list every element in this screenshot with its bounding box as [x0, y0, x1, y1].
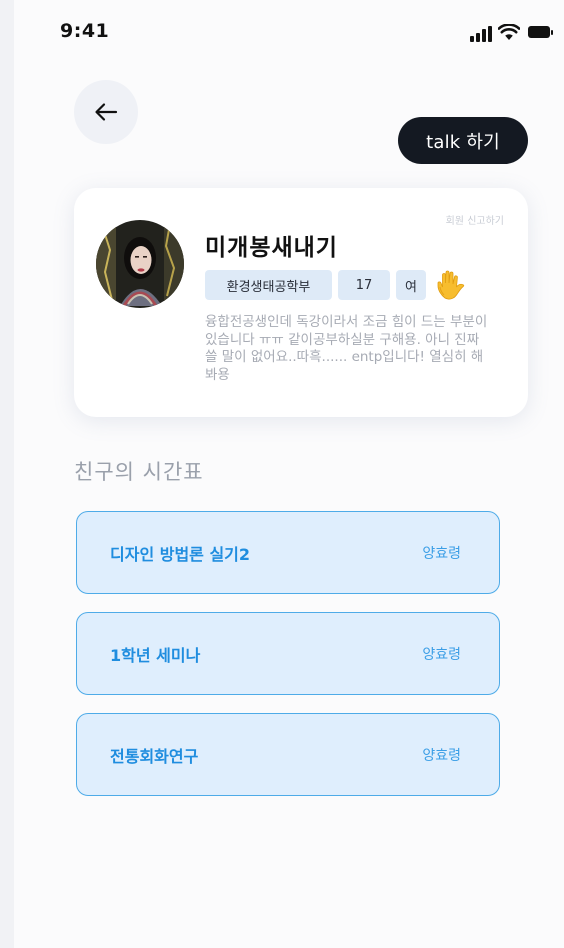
class-professor: 양효령	[422, 748, 461, 764]
talk-button[interactable]: talk 하기	[398, 117, 528, 164]
class-professor: 양효령	[422, 546, 461, 562]
status-icons	[470, 24, 562, 42]
wifi-icon	[498, 24, 520, 40]
class-item[interactable]: 1학년 세미나 양효령	[76, 612, 500, 695]
section-title: 친구의 시간표	[74, 460, 204, 484]
raised-hand-icon	[437, 270, 465, 300]
back-arrow-icon	[95, 103, 118, 121]
class-name: 디자인 방법론 실기2	[110, 545, 251, 564]
student-number-tag: 17	[338, 270, 390, 300]
report-user-link[interactable]: 회원 신고하기	[446, 212, 504, 227]
gender-tag: 여	[396, 270, 426, 300]
class-professor: 양효령	[422, 647, 461, 663]
battery-cap	[551, 30, 553, 35]
profile-card: 회원 신고하기 미개봉새내기 환경생태공학부 17 여 융합전공생인데 독강이라…	[74, 188, 528, 417]
class-item[interactable]: 전통회화연구 양효령	[76, 713, 500, 796]
back-button[interactable]	[74, 80, 138, 144]
department-tag: 환경생태공학부	[205, 270, 332, 300]
class-item[interactable]: 디자인 방법론 실기2 양효령	[76, 511, 500, 594]
profile-tags: 환경생태공학부 17 여	[205, 268, 468, 302]
class-name: 1학년 세미나	[110, 646, 201, 665]
avatar	[96, 220, 184, 308]
phone-screen: 9:41 talk 하기 회원 신고하기 미개봉새내기 환경생태공학부 17 여…	[14, 0, 564, 948]
class-name: 전통회화연구	[110, 747, 199, 766]
battery-icon	[528, 26, 550, 38]
nickname: 미개봉새내기	[205, 235, 338, 261]
profile-bio: 융합전공생인데 독강이라서 조금 힘이 드는 부분이 있습니다 ㅠㅠ 같이공부하…	[205, 314, 488, 383]
status-time: 9:41	[60, 20, 110, 42]
